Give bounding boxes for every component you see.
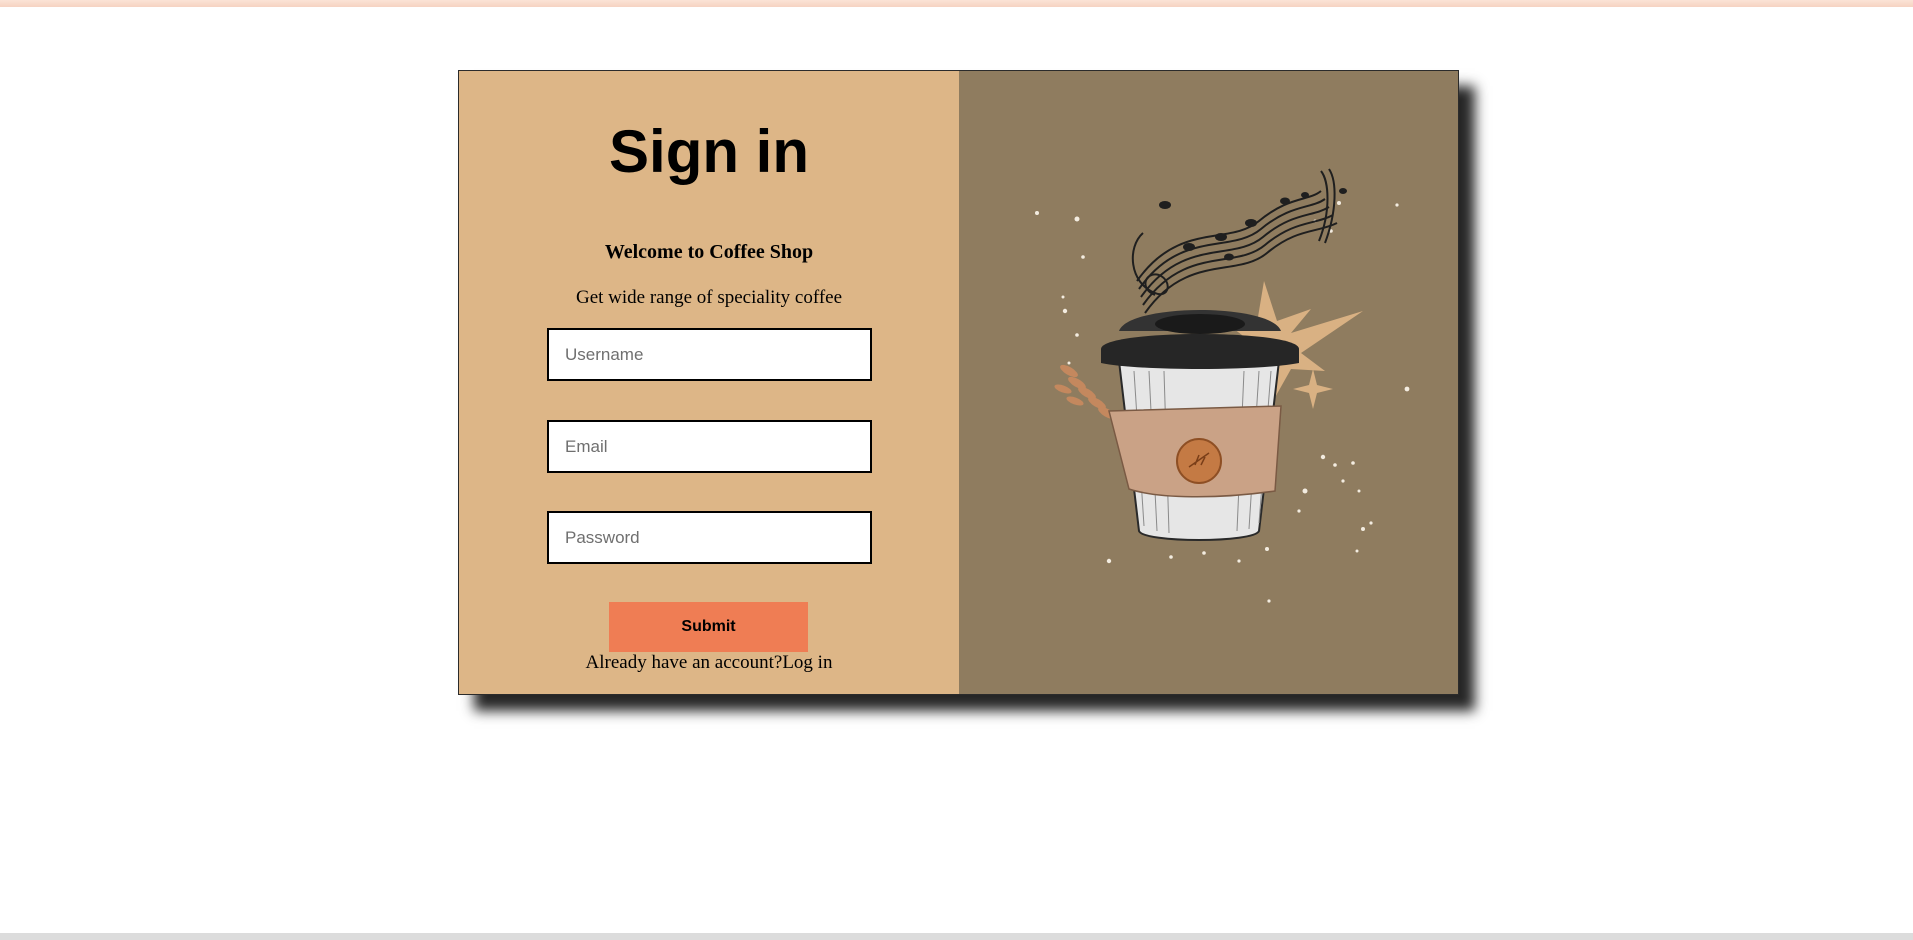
- account-prompt-text: Already have an account?: [585, 652, 783, 673]
- music-staff: [1131, 168, 1338, 314]
- username-input[interactable]: [547, 328, 872, 381]
- submit-button[interactable]: Submit: [609, 602, 808, 652]
- email-input[interactable]: [547, 420, 872, 473]
- cup-lid: [1101, 334, 1299, 369]
- coffee-cup-with-music-notes-illustration: [1035, 168, 1410, 603]
- page-title: Sign in: [609, 118, 809, 185]
- signin-form-panel: Sign in Welcome to Coffee Shop Get wide …: [459, 71, 959, 694]
- music-notes: [1159, 188, 1347, 261]
- tagline-text: Get wide range of speciality coffee: [575, 287, 843, 308]
- illustration-panel: [959, 71, 1458, 694]
- wheat-sprig: [1054, 364, 1116, 420]
- lid-sip-hole: [1155, 314, 1245, 334]
- browser-bottom-strip: [0, 933, 1913, 940]
- signin-card: Sign in Welcome to Coffee Shop Get wide …: [458, 70, 1459, 695]
- wax-seal: [1176, 438, 1222, 484]
- login-link[interactable]: Log in: [782, 652, 832, 673]
- small-star: [1293, 369, 1333, 409]
- browser-top-strip: [0, 0, 1913, 7]
- welcome-heading: Welcome to Coffee Shop: [604, 241, 814, 263]
- account-prompt-line: Already have an account?Log in: [459, 652, 959, 674]
- password-input[interactable]: [547, 511, 872, 564]
